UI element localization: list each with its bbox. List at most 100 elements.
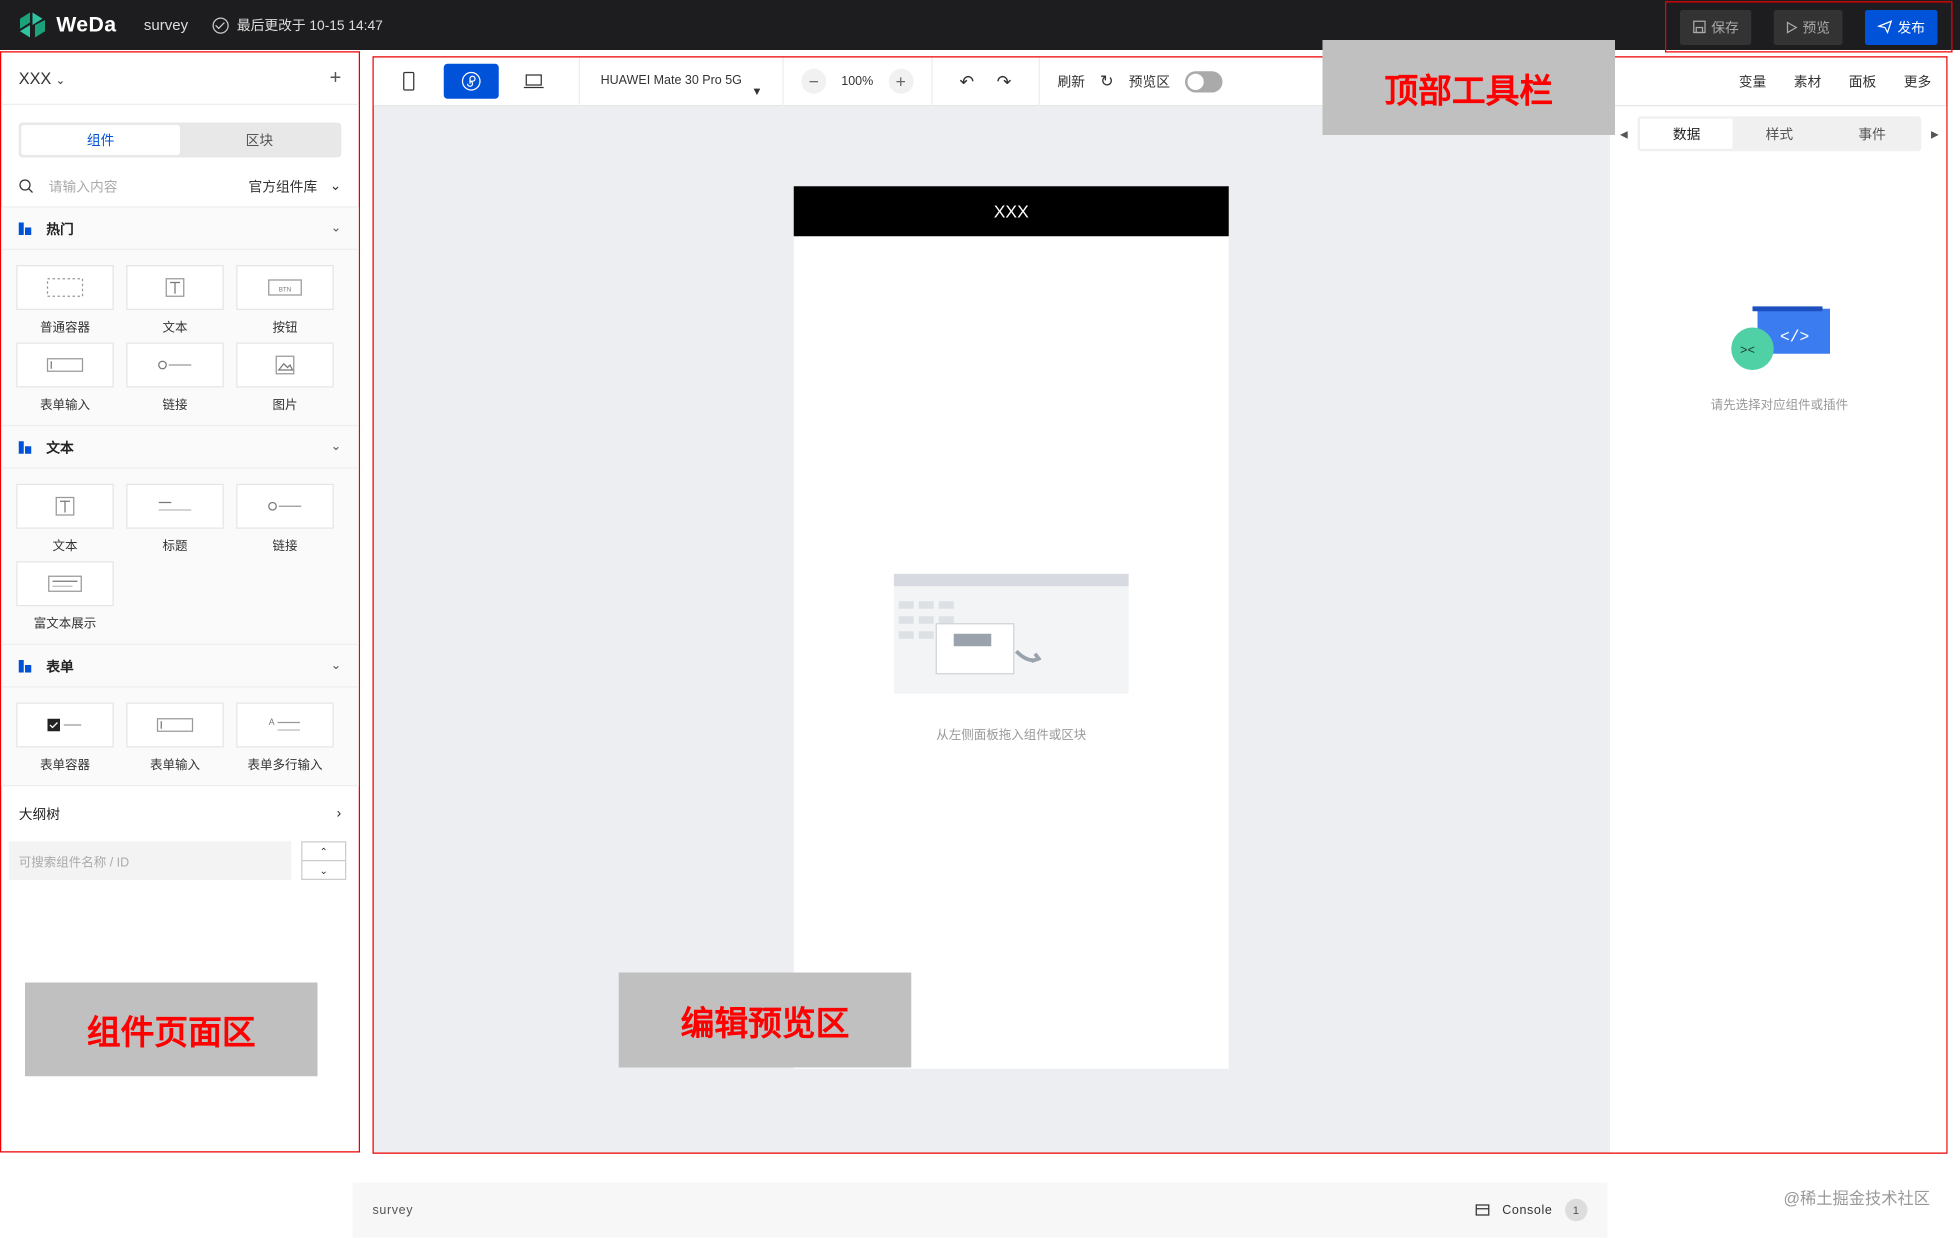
- save-status: 最后更改于 10-15 14:47: [213, 15, 383, 35]
- status-bar: survey Console 1: [352, 1182, 1608, 1238]
- category-form[interactable]: 表单 ⌄: [1, 645, 359, 688]
- top-bar: WeDa survey 最后更改于 10-15 14:47 保存 预览 发布: [0, 0, 1960, 53]
- preview-zone-toggle[interactable]: [1184, 70, 1223, 92]
- component-rich-text[interactable]: 富文本展示: [16, 561, 114, 631]
- app-selector[interactable]: XXX ⌄ +: [1, 53, 359, 105]
- canvas-empty-hint: 从左侧面板拖入组件或区块: [936, 728, 1087, 743]
- status-project: survey: [372, 1203, 414, 1217]
- property-empty-hint: 请先选择对应组件或插件: [1710, 398, 1849, 413]
- console-toggle[interactable]: Console 1: [1475, 1198, 1588, 1222]
- component-link[interactable]: 链接: [236, 483, 334, 554]
- component-button[interactable]: BTN 按钮: [236, 265, 334, 335]
- play-icon: [1786, 20, 1798, 33]
- input-icon: [156, 718, 194, 732]
- chevron-up-icon[interactable]: ⌃: [302, 843, 345, 862]
- redo-icon[interactable]: ↷: [997, 71, 1012, 92]
- category-icon: [18, 440, 32, 454]
- preview-button[interactable]: 预览: [1773, 9, 1843, 45]
- outline-tree-toggle[interactable]: 大纲树 ›: [1, 786, 359, 841]
- tab-style[interactable]: 样式: [1733, 119, 1826, 149]
- phone-canvas[interactable]: XXX 从左侧面板拖入组件或区块: [793, 186, 1229, 1069]
- top-actions: 保存 预览 发布: [1665, 1, 1953, 53]
- refresh-controls: 刷新 ↻ 预览区: [1040, 70, 1223, 92]
- link-icon: [268, 501, 302, 511]
- chevron-down-icon: ⌄: [330, 440, 342, 454]
- save-button[interactable]: 保存: [1680, 9, 1752, 45]
- send-icon: [1877, 20, 1893, 34]
- refresh-label[interactable]: 刷新: [1058, 71, 1086, 91]
- chevron-down-icon[interactable]: ⌄: [303, 861, 346, 879]
- tab-components[interactable]: 组件: [21, 125, 180, 155]
- chevron-down-icon[interactable]: ⌄: [330, 178, 342, 194]
- editor-area: HUAWEI Mate 30 Pro 5G ▼ − 100% + ↶ ↷ 刷新 ↻…: [372, 56, 1948, 1154]
- button-icon: BTN: [268, 279, 302, 296]
- editor-toolbar: HUAWEI Mate 30 Pro 5G ▼ − 100% + ↶ ↷ 刷新 ↻…: [373, 57, 1947, 107]
- menu-more[interactable]: 更多: [1904, 71, 1932, 91]
- console-icon: [1475, 1204, 1490, 1216]
- search-input[interactable]: 请输入内容: [49, 176, 118, 196]
- text-grid: 文本 标题 链接 富文本展示: [1, 468, 359, 645]
- app-name: WeDa: [56, 12, 117, 37]
- tab-blocks[interactable]: 区块: [180, 125, 339, 155]
- component-form-container[interactable]: 表单容器: [16, 702, 114, 773]
- zoom-level: 100%: [841, 74, 874, 89]
- refresh-icon[interactable]: ↻: [1100, 71, 1114, 91]
- zoom-in-button[interactable]: +: [888, 68, 914, 94]
- caret-left-icon[interactable]: ◀: [1620, 128, 1628, 139]
- caret-down-icon: ▼: [751, 85, 763, 98]
- component-form-input[interactable]: 表单输入: [16, 342, 114, 413]
- hot-grid: 普通容器 文本 BTN 按钮 表单输入 链接 图片: [1, 250, 359, 427]
- toolbar-right-menu: 变量 素材 面板 更多: [1739, 71, 1947, 91]
- tab-data[interactable]: 数据: [1640, 118, 1733, 149]
- text-icon: [165, 278, 185, 297]
- menu-panel[interactable]: 面板: [1849, 71, 1877, 91]
- property-tabs: ◀ 数据 样式 事件 ▶: [1610, 106, 1946, 161]
- project-name[interactable]: survey: [144, 16, 188, 34]
- chevron-right-icon: ›: [336, 806, 342, 822]
- zoom-out-button[interactable]: −: [801, 68, 827, 94]
- device-select[interactable]: HUAWEI Mate 30 Pro 5G ▼: [580, 73, 783, 98]
- undo-icon[interactable]: ↶: [959, 71, 974, 92]
- category-text[interactable]: 文本 ⌄: [1, 426, 359, 469]
- publish-button[interactable]: 发布: [1865, 9, 1938, 45]
- caret-right-icon[interactable]: ▶: [1931, 128, 1939, 139]
- annotation-canvas: 编辑预览区: [618, 972, 912, 1068]
- component-tabs: 组件 区块: [18, 122, 342, 158]
- add-icon[interactable]: +: [330, 67, 342, 90]
- menu-assets[interactable]: 素材: [1794, 71, 1822, 91]
- category-hot[interactable]: 热门 ⌄: [1, 207, 359, 250]
- component-heading[interactable]: 标题: [126, 483, 224, 554]
- annotation-left-panel: 组件页面区: [25, 982, 318, 1077]
- library-select[interactable]: 官方组件库: [248, 176, 317, 196]
- tree-search-input[interactable]: 可搜索组件名称 / ID: [8, 841, 292, 880]
- logo: WeDa: [18, 11, 117, 39]
- component-form-textarea[interactable]: A 表单多行输入: [236, 702, 334, 773]
- mobile-view-button[interactable]: [381, 64, 436, 99]
- component-text[interactable]: 文本: [16, 483, 114, 554]
- link-icon: [158, 360, 192, 370]
- history-controls: ↶ ↷: [932, 71, 1039, 92]
- left-bottom-space: [0, 1152, 353, 1238]
- rich-text-icon: [48, 575, 82, 592]
- save-icon: [1693, 20, 1706, 34]
- miniprogram-view-button[interactable]: [443, 63, 499, 99]
- category-icon: [18, 221, 32, 235]
- preview-zone-label: 预览区: [1128, 75, 1170, 90]
- category-icon: [18, 659, 32, 672]
- text-icon: [55, 496, 75, 516]
- zoom-control: − 100% +: [784, 68, 931, 94]
- textarea-icon: A: [269, 717, 300, 731]
- component-form-input[interactable]: 表单输入: [126, 702, 224, 773]
- chevron-down-icon: ⌄: [330, 658, 342, 673]
- phone-icon: [403, 71, 415, 91]
- component-link[interactable]: 链接: [126, 342, 224, 413]
- component-text[interactable]: 文本: [126, 265, 224, 335]
- component-container[interactable]: 普通容器: [16, 265, 114, 335]
- desktop-view-button[interactable]: [506, 64, 561, 99]
- menu-variables[interactable]: 变量: [1739, 71, 1767, 91]
- tab-events[interactable]: 事件: [1826, 119, 1919, 149]
- component-image[interactable]: 图片: [236, 342, 334, 413]
- image-icon: [275, 355, 295, 375]
- chevron-down-icon: ⌄: [330, 221, 342, 235]
- checkbox-icon: [47, 718, 82, 732]
